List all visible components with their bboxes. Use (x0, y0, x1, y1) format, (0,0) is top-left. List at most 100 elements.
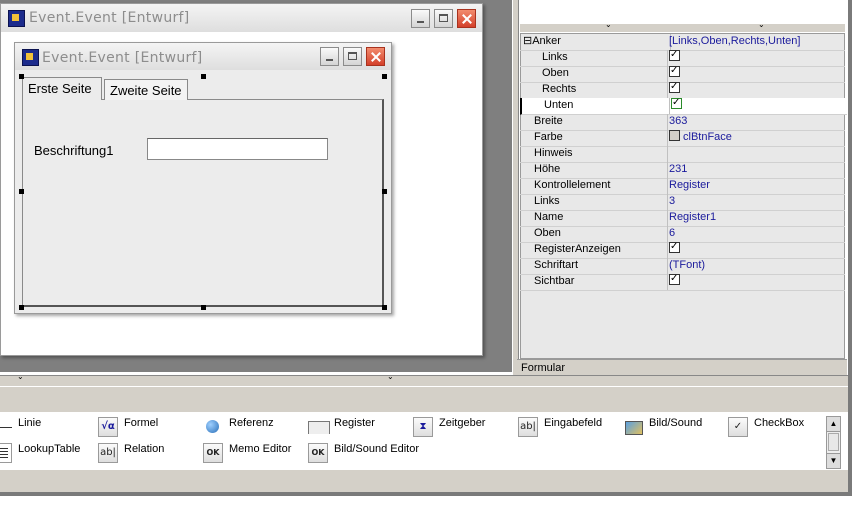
palette-bild-sound[interactable]: Bild/Sound (623, 417, 723, 439)
close-button[interactable] (366, 47, 385, 66)
palette-label: Referenz (229, 417, 274, 429)
prop-row[interactable]: Links (520, 47, 845, 67)
palette-eingabefeld[interactable]: ab| Eingabefeld (518, 417, 618, 439)
minimize-button[interactable] (320, 47, 339, 66)
prop-row[interactable]: Farbe clBtnFace (520, 130, 845, 147)
prop-name: Farbe (520, 130, 668, 146)
prop-row[interactable]: Rechts (520, 79, 845, 99)
selection-grip[interactable] (201, 74, 206, 79)
prop-name: ⊟Anker (520, 34, 671, 50)
prop-row[interactable]: Unten (520, 95, 847, 115)
checkbox-icon[interactable] (671, 95, 682, 110)
palette-checkbox[interactable]: ✓ CheckBox (728, 417, 818, 439)
checkbox-icon[interactable] (669, 239, 680, 254)
checkbox-icon[interactable] (669, 47, 680, 62)
hourglass-icon: ⧗ (413, 417, 433, 437)
palette-linie[interactable]: Linie (0, 417, 72, 439)
prop-row[interactable]: Links 3 (520, 194, 845, 211)
scroll-thumb[interactable] (828, 433, 839, 451)
palette-bild-sound-editor[interactable]: OK Bild/Sound Editor (308, 443, 438, 465)
palette-selector-bar[interactable]: ⌄ ⌄ (0, 372, 848, 386)
prop-value[interactable]: Register1 (669, 210, 716, 226)
prop-value[interactable] (669, 239, 680, 258)
palette-label: Zeitgeber (439, 417, 486, 429)
text-input[interactable] (147, 138, 328, 160)
palette-referenz[interactable]: Referenz (203, 417, 293, 439)
splitter[interactable] (512, 0, 519, 375)
prop-name: Name (520, 210, 668, 226)
collapse-icon[interactable]: ⊟ (523, 35, 532, 47)
prop-name: Links (520, 50, 668, 66)
object-selector-arrow-bar[interactable]: ⌄ ⌄ (520, 20, 845, 32)
prop-row-anker[interactable]: ⊟Anker [Links,Oben,Rechts,Unten] (520, 34, 845, 51)
prop-value[interactable]: clBtnFace (669, 130, 732, 146)
inner-titlebar[interactable]: Event.Event [Entwurf] (15, 43, 391, 70)
prop-name: Kontrollelement (520, 178, 668, 194)
prop-row[interactable]: Höhe 231 (520, 162, 845, 179)
selection-grip[interactable] (382, 74, 387, 79)
prop-name: Unten (522, 98, 670, 114)
prop-value[interactable] (669, 271, 680, 290)
prop-value[interactable]: 231 (669, 162, 687, 178)
prop-row[interactable]: Breite 363 (520, 114, 845, 131)
prop-name: Hinweis (520, 146, 668, 162)
minimize-button[interactable] (411, 9, 430, 28)
tab-zweite-seite[interactable]: Zweite Seite (104, 79, 188, 100)
table-icon (0, 443, 12, 463)
palette-relation[interactable]: ab| Relation (98, 443, 188, 465)
prop-value[interactable]: Register (669, 178, 710, 194)
prop-row[interactable]: RegisterAnzeigen (520, 239, 845, 259)
prop-row[interactable]: Sichtbar (520, 271, 845, 291)
scroll-up-icon[interactable]: ▲ (827, 417, 840, 432)
palette-label: LookupTable (18, 443, 81, 455)
palette-label: Relation (124, 443, 165, 455)
maximize-button[interactable] (343, 47, 362, 66)
prop-name: Oben (520, 226, 668, 242)
selection-grip[interactable] (19, 189, 24, 194)
prop-row[interactable]: Hinweis (520, 146, 845, 163)
prop-value[interactable] (671, 95, 682, 114)
prop-value-text: clBtnFace (683, 131, 732, 143)
palette-formel[interactable]: √α Formel (98, 417, 188, 439)
checkbox-icon[interactable] (669, 63, 680, 78)
palette-label: Linie (18, 417, 42, 429)
palette-scrollbar[interactable]: ▲ ▼ (826, 416, 841, 469)
selection-grip[interactable] (201, 305, 206, 310)
selection-grip[interactable] (19, 74, 24, 79)
object-selector[interactable] (520, 0, 845, 25)
prop-name: Oben (520, 66, 668, 82)
chevron-down-icon: ⌄ (387, 372, 394, 381)
palette-header (0, 386, 848, 414)
line-icon (0, 417, 12, 437)
palette-lookuptable[interactable]: LookupTable (0, 443, 92, 465)
prop-row[interactable]: Schriftart (TFont) (520, 258, 845, 275)
selection-grip[interactable] (382, 305, 387, 310)
inner-window-title: Event.Event [Entwurf] (42, 50, 203, 66)
prop-value[interactable]: 3 (669, 194, 675, 210)
prop-row[interactable]: Oben (520, 63, 845, 83)
prop-row[interactable]: Oben 6 (520, 226, 845, 243)
maximize-button[interactable] (434, 9, 453, 28)
close-button[interactable] (457, 9, 476, 28)
prop-name: Rechts (520, 82, 668, 98)
relation-icon: ab| (98, 443, 118, 463)
checkbox-icon[interactable] (669, 79, 680, 94)
scroll-down-icon[interactable]: ▼ (827, 453, 840, 468)
prop-row[interactable]: Name Register1 (520, 210, 845, 227)
palette-memo-editor[interactable]: OK Memo Editor (203, 443, 303, 465)
chevron-down-icon: ⌄ (605, 20, 612, 29)
selection-grip[interactable] (19, 305, 24, 310)
prop-name: Schriftart (520, 258, 668, 274)
palette-register[interactable]: Register (308, 417, 398, 439)
property-footer: Formular (517, 359, 847, 376)
checkbox-icon[interactable] (669, 271, 680, 286)
palette-bottom (0, 470, 848, 492)
selection-grip[interactable] (382, 189, 387, 194)
palette-zeitgeber[interactable]: ⧗ Zeitgeber (413, 417, 503, 439)
palette-label: Formel (124, 417, 159, 429)
prop-value-anker[interactable]: [Links,Oben,Rechts,Unten] (669, 34, 800, 50)
outer-titlebar[interactable]: Event.Event [Entwurf] (1, 4, 482, 32)
prop-row[interactable]: Kontrollelement Register (520, 178, 845, 195)
tab-erste-seite[interactable]: Erste Seite (22, 77, 102, 100)
prop-value[interactable]: 363 (669, 114, 687, 130)
